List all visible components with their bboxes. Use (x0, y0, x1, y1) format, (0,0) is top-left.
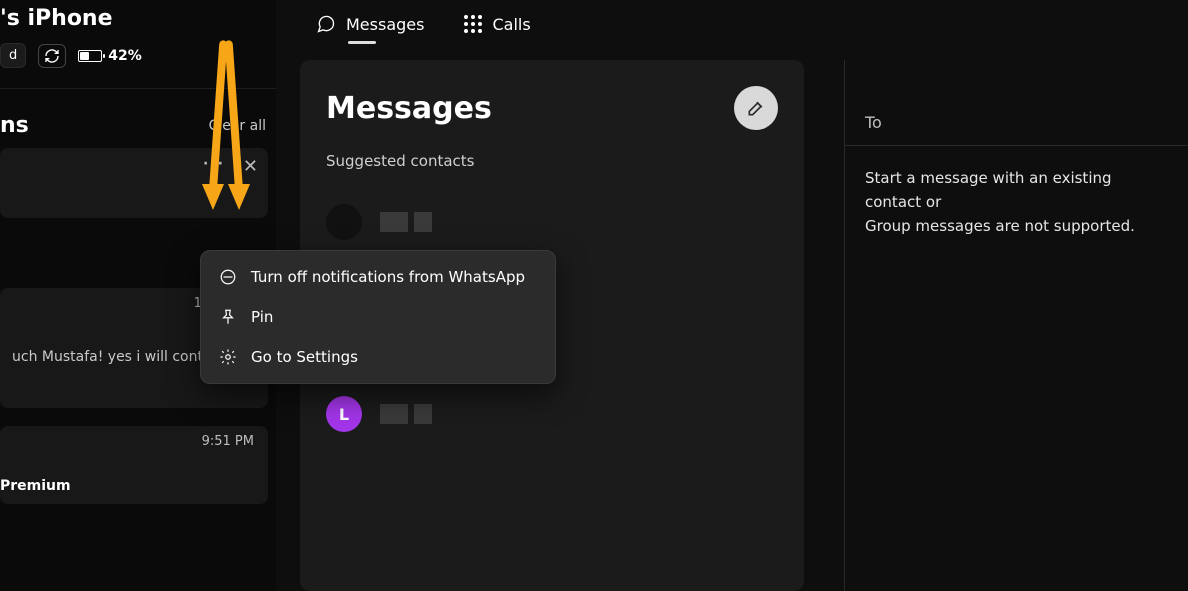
gear-icon (219, 348, 237, 366)
avatar (326, 204, 362, 240)
compose-panel: To Start a message with an existing cont… (844, 60, 1188, 591)
to-label: To (865, 113, 882, 132)
battery-pct: 42% (108, 48, 142, 64)
device-name: 's iPhone (0, 0, 276, 31)
menu-pin[interactable]: Pin (207, 297, 549, 337)
tab-calls[interactable]: Calls (464, 15, 530, 42)
notification-timestamp: 9:51 PM (202, 434, 254, 449)
more-icon[interactable]: ··· (203, 156, 225, 177)
battery-icon (78, 50, 102, 62)
menu-go-to-settings[interactable]: Go to Settings (207, 337, 549, 377)
notification-card[interactable]: 9:51 PM Premium (0, 426, 268, 504)
to-field[interactable]: To (845, 100, 1188, 146)
clear-all-link[interactable]: Clear all (209, 118, 266, 134)
close-icon[interactable]: ✕ (243, 156, 258, 177)
redacted-name (380, 212, 432, 232)
device-status-badge: d (0, 43, 26, 68)
notification-title: Premium (0, 478, 71, 494)
compose-icon (746, 98, 766, 118)
battery-status: 42% (78, 48, 142, 64)
notification-context-menu: Turn off notifications from WhatsApp Pin… (200, 250, 556, 384)
tab-messages[interactable]: Messages (316, 14, 424, 42)
tab-label: Messages (346, 15, 424, 34)
top-tabs: Messages Calls (276, 0, 1188, 52)
suggested-contacts-label: Suggested contacts (326, 152, 778, 170)
dialpad-icon (464, 15, 482, 33)
notifications-heading: ns (0, 113, 29, 138)
menu-turn-off-notifications[interactable]: Turn off notifications from WhatsApp (207, 257, 549, 297)
divider (0, 88, 276, 89)
messages-heading: Messages (326, 91, 492, 126)
compose-hint: Start a message with an existing contact… (845, 146, 1188, 258)
compose-button[interactable] (734, 86, 778, 130)
redacted-name (380, 404, 432, 424)
tab-label: Calls (492, 15, 530, 34)
pin-icon (219, 308, 237, 326)
suggested-contact[interactable] (326, 204, 778, 240)
block-icon (219, 268, 237, 286)
notification-card[interactable]: ··· ✕ (0, 148, 268, 218)
avatar: L (326, 396, 362, 432)
chat-icon (316, 14, 336, 34)
suggested-contact[interactable]: L (326, 396, 778, 432)
refresh-button[interactable] (38, 44, 66, 68)
